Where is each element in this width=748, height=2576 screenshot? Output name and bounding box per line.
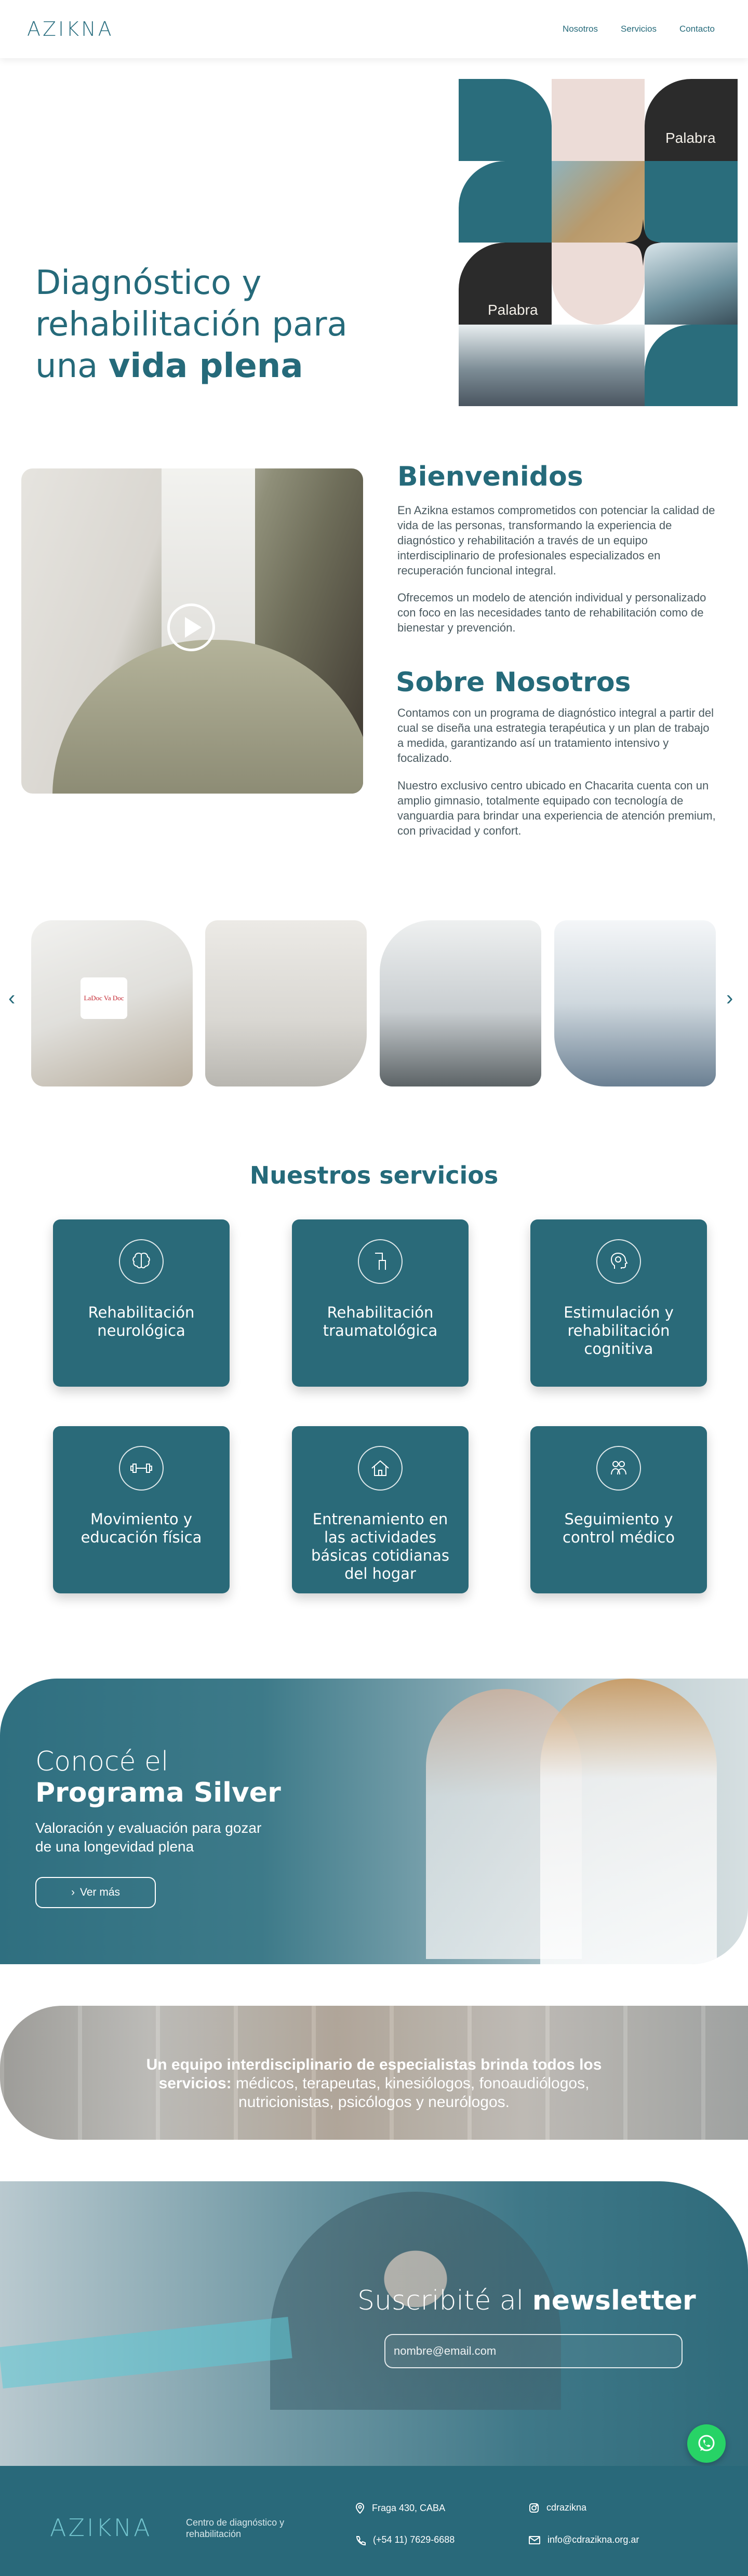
service-card-neuro[interactable]: Rehabilitación neurológica <box>53 1219 230 1387</box>
silver-title-line2: Programa Silver <box>35 1777 281 1808</box>
footer-instagram-text: cdrazikna <box>546 2502 587 2513</box>
ver-mas-button[interactable]: › Ver más <box>35 1877 156 1908</box>
service-card-home-training[interactable]: Entrenamiento en las actividades básicas… <box>292 1426 469 1593</box>
coat-logo-text: LaDoc Va Doc <box>84 994 124 1002</box>
site-header: AZIKNA Nosotros Servicios Contacto <box>0 0 748 58</box>
medical-team-icon <box>596 1446 641 1491</box>
silver-title-line1: Conocé el <box>35 1746 169 1777</box>
footer-tagline: Centro de diagnóstico y rehabilitación <box>186 2517 285 2539</box>
about-paragraph-1: Contamos con un programa de diagnóstico … <box>397 706 714 764</box>
service-label: Entrenamiento en las actividades básicas… <box>311 1510 449 1582</box>
logo-text: AZIKNA <box>27 18 114 41</box>
tile-word: Palabra <box>488 302 538 318</box>
gallery-image-coat[interactable]: LaDoc Va Doc <box>31 920 193 1086</box>
mail-icon <box>529 2535 540 2544</box>
coat-logo-badge: LaDoc Va Doc <box>81 977 127 1019</box>
footer-logo[interactable]: AZIKNA <box>50 2514 152 2542</box>
footer-email[interactable]: info@cdrazikna.org.ar <box>529 2534 639 2545</box>
mosaic-tile <box>459 160 552 243</box>
footer-logo-text: AZIKNA <box>50 2514 152 2542</box>
service-card-cognitive[interactable]: Estimulación y rehabilitación cognitiva <box>530 1219 707 1387</box>
hero-title: Diagnóstico y rehabilitación para una vi… <box>35 262 409 387</box>
hero-title-line2: rehabilitación para <box>35 305 348 344</box>
silver-photo-therapist <box>540 1679 717 1964</box>
nav-link-nosotros[interactable]: Nosotros <box>563 24 598 34</box>
welcome-paragraph-1: En Azikna estamos comprometidos con pote… <box>397 504 715 577</box>
service-label: Rehabilitación traumatológica <box>323 1304 438 1339</box>
newsletter-title: Suscribité al newsletter <box>357 2285 696 2316</box>
hero-title-line1: Diagnóstico y <box>35 264 262 302</box>
location-pin-icon <box>355 2503 365 2514</box>
hero-title-emphasis: vida plena <box>108 347 303 385</box>
welcome-paragraph-2: Ofrecemos un modelo de atención individu… <box>397 591 706 634</box>
service-card-movement[interactable]: Movimiento y educación física <box>53 1426 230 1593</box>
video-bg-figure <box>52 640 363 794</box>
newsletter-title-bold: newsletter <box>532 2285 696 2316</box>
instagram-icon <box>529 2503 539 2513</box>
brain-icon <box>119 1239 164 1284</box>
silver-subtitle: Valoración y evaluación para gozar de un… <box>35 1820 262 1855</box>
tile-word: Palabra <box>665 130 716 146</box>
newsletter-title-plain: Suscribité al <box>357 2285 532 2316</box>
play-button[interactable] <box>167 603 215 651</box>
whatsapp-button[interactable] <box>687 2424 726 2463</box>
service-card-medical[interactable]: Seguimiento y control médico <box>530 1426 707 1593</box>
whatsapp-icon <box>698 2435 715 2451</box>
carousel-next-chevron-icon[interactable]: › <box>726 987 733 1010</box>
logo[interactable]: AZIKNA <box>27 18 114 41</box>
star-sparkle-icon <box>625 219 661 266</box>
about-paragraph-2: Nuestro exclusivo centro ubicado en Chac… <box>397 779 716 837</box>
gallery-image-hallway[interactable] <box>205 920 367 1086</box>
gallery-image-meeting[interactable] <box>380 920 541 1086</box>
footer-instagram[interactable]: cdrazikna <box>529 2502 586 2513</box>
footer-address[interactable]: Fraga 430, CABA <box>355 2502 445 2514</box>
welcome-title: Bienvenidos <box>397 461 583 492</box>
mosaic-tile <box>459 79 552 161</box>
service-label: Movimiento y educación física <box>81 1510 202 1546</box>
dumbbell-icon <box>119 1446 164 1491</box>
gallery-image-gym[interactable] <box>554 920 716 1086</box>
service-label: Estimulación y rehabilitación cognitiva <box>564 1304 674 1358</box>
newsletter-photo-band <box>0 2316 292 2389</box>
service-card-trauma[interactable]: Rehabilitación traumatológica <box>292 1219 469 1387</box>
phone-icon <box>356 2535 366 2545</box>
mosaic-tile <box>645 324 738 406</box>
main-nav: Nosotros Servicios Contacto <box>563 24 715 34</box>
newsletter-email-input[interactable] <box>384 2334 683 2368</box>
home-icon <box>358 1446 403 1491</box>
carousel-prev-chevron-icon[interactable]: ‹ <box>8 987 15 1010</box>
ver-mas-label: Ver más <box>79 1886 121 1898</box>
nav-link-servicios[interactable]: Servicios <box>621 24 657 34</box>
chevron-right-icon: › <box>71 1886 75 1898</box>
service-label: Seguimiento y control médico <box>563 1510 675 1546</box>
hero-title-line3: una <box>35 347 109 385</box>
mosaic-tile: Palabra <box>459 243 552 325</box>
nav-link-contacto[interactable]: Contacto <box>679 24 715 34</box>
about-title: Sobre Nosotros <box>396 667 631 698</box>
footer-address-text: Fraga 430, CABA <box>372 2502 446 2513</box>
head-mind-icon <box>596 1239 641 1284</box>
team-text-rest: médicos, terapeutas, kinesiólogos, fonoa… <box>231 2075 590 2111</box>
mosaic-tile <box>552 79 645 161</box>
joint-icon <box>358 1239 403 1284</box>
footer-phone[interactable]: (+54 11) 7629-6688 <box>355 2534 455 2545</box>
service-label: Rehabilitación neurológica <box>88 1304 195 1339</box>
mosaic-tile: Palabra <box>645 79 738 161</box>
mosaic-photo <box>459 324 645 406</box>
newsletter-section <box>0 2181 748 2466</box>
play-icon <box>185 617 202 638</box>
hero-mosaic: Palabra Palabra <box>459 79 738 406</box>
footer-phone-text: (+54 11) 7629-6688 <box>373 2534 455 2545</box>
footer-email-text: info@cdrazikna.org.ar <box>547 2534 639 2545</box>
team-text: Un equipo interdisciplinario de especial… <box>130 2056 618 2112</box>
services-title: Nuestros servicios <box>249 1161 499 1189</box>
